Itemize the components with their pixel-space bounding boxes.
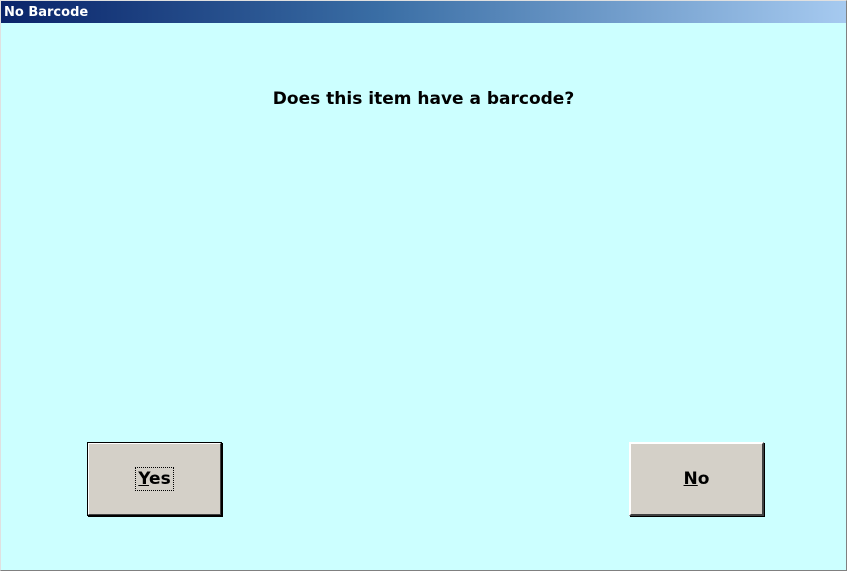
no-button-label: No — [684, 469, 710, 489]
window-title: No Barcode — [4, 4, 89, 20]
yes-button-label: Yes — [135, 467, 174, 491]
no-button[interactable]: No — [629, 442, 764, 516]
yes-label-rest: es — [149, 469, 171, 489]
dialog-body: Does this item have a barcode? Yes No — [1, 23, 846, 570]
yes-button[interactable]: Yes — [87, 442, 222, 516]
no-label-rest: o — [697, 469, 710, 489]
no-access-key: N — [683, 469, 698, 489]
title-bar[interactable]: No Barcode — [1, 1, 846, 23]
dialog-window: No Barcode Does this item have a barcode… — [0, 0, 847, 571]
yes-access-key: Y — [138, 469, 150, 489]
question-text: Does this item have a barcode? — [272, 89, 575, 109]
